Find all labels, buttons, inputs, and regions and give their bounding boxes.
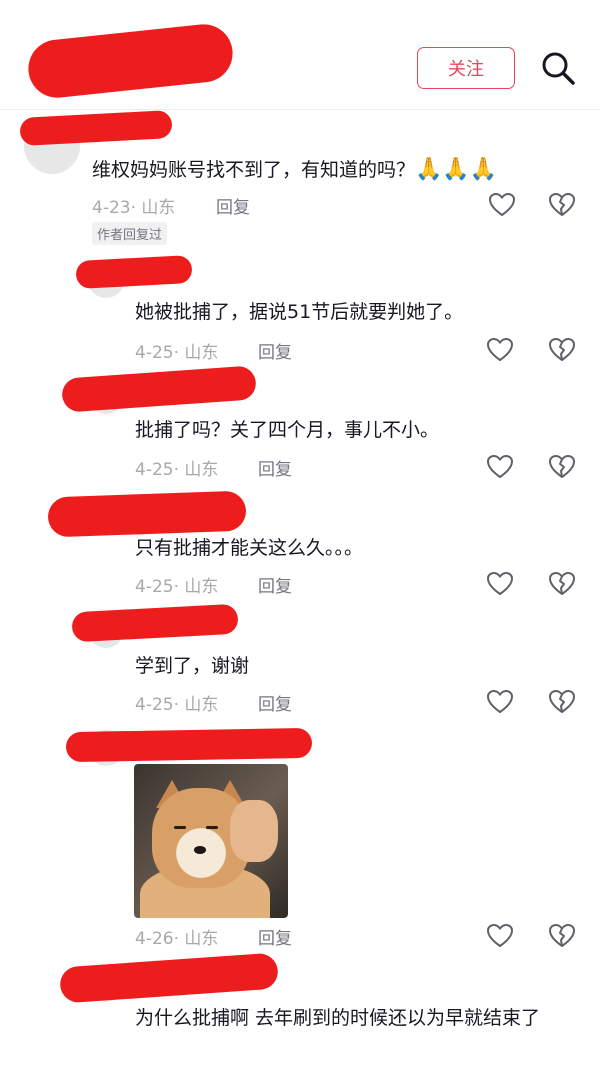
dislike-broken-heart-icon[interactable] bbox=[548, 688, 576, 716]
dislike-broken-heart-icon[interactable] bbox=[548, 336, 576, 364]
comment-text: 学到了，谢谢 bbox=[135, 655, 250, 677]
like-heart-icon[interactable] bbox=[486, 688, 514, 716]
reply-button[interactable]: 回复 bbox=[258, 924, 292, 949]
dislike-broken-heart-icon[interactable] bbox=[548, 570, 576, 598]
comment-text: 她被批捕了，据说51节后就要判她了。 bbox=[135, 301, 464, 323]
redacted-username bbox=[65, 727, 313, 763]
redacted-username bbox=[75, 254, 193, 290]
like-heart-icon[interactable] bbox=[486, 336, 514, 364]
reply-button[interactable]: 回复 bbox=[258, 572, 292, 597]
like-heart-icon[interactable] bbox=[486, 570, 514, 598]
search-icon[interactable] bbox=[538, 48, 578, 88]
like-heart-icon[interactable] bbox=[486, 453, 514, 481]
redacted-username bbox=[47, 490, 247, 538]
reply-button[interactable]: 回复 bbox=[258, 455, 292, 480]
redacted-username bbox=[71, 603, 239, 643]
dislike-broken-heart-icon[interactable] bbox=[548, 453, 576, 481]
like-heart-icon[interactable] bbox=[486, 922, 514, 950]
comment-meta: 4-23· 山东 bbox=[92, 198, 176, 218]
comment-text: 为什么批捕啊 去年刷到的时候还以为早就结束了 bbox=[135, 1007, 541, 1029]
redacted-username bbox=[19, 110, 173, 146]
pray-emoji: 🙏🙏🙏 bbox=[415, 157, 498, 182]
reply-button[interactable]: 回复 bbox=[216, 193, 250, 218]
author-replied-badge: 作者回复过 bbox=[92, 222, 168, 245]
dislike-broken-heart-icon[interactable] bbox=[548, 191, 576, 219]
like-heart-icon[interactable] bbox=[488, 191, 516, 219]
redacted-username bbox=[25, 21, 236, 101]
top-bar: 关注 bbox=[0, 0, 600, 110]
reply-button[interactable]: 回复 bbox=[258, 690, 292, 715]
follow-button[interactable]: 关注 bbox=[417, 47, 515, 89]
redacted-username bbox=[61, 365, 257, 413]
comment-meta: 4-25· 山东 bbox=[135, 460, 219, 480]
dislike-broken-heart-icon[interactable] bbox=[548, 922, 576, 950]
comment-text: 批捕了吗？关了四个月，事儿不小。 bbox=[135, 419, 440, 441]
comment-meta: 4-25· 山东 bbox=[135, 695, 219, 715]
redacted-username bbox=[59, 952, 279, 1004]
comment-text: 维权妈妈账号找不到了，有知道的吗？🙏🙏🙏 bbox=[92, 154, 497, 186]
comment-text: 只有批捕才能关这么久。。。 bbox=[135, 537, 364, 559]
comment-meta: 4-25· 山东 bbox=[135, 343, 219, 363]
comment-meta: 4-25· 山东 bbox=[135, 577, 219, 597]
comment-meta: 4-26· 山东 bbox=[135, 929, 219, 949]
reply-button[interactable]: 回复 bbox=[258, 338, 292, 363]
shiba-dog-photo[interactable] bbox=[134, 764, 288, 918]
